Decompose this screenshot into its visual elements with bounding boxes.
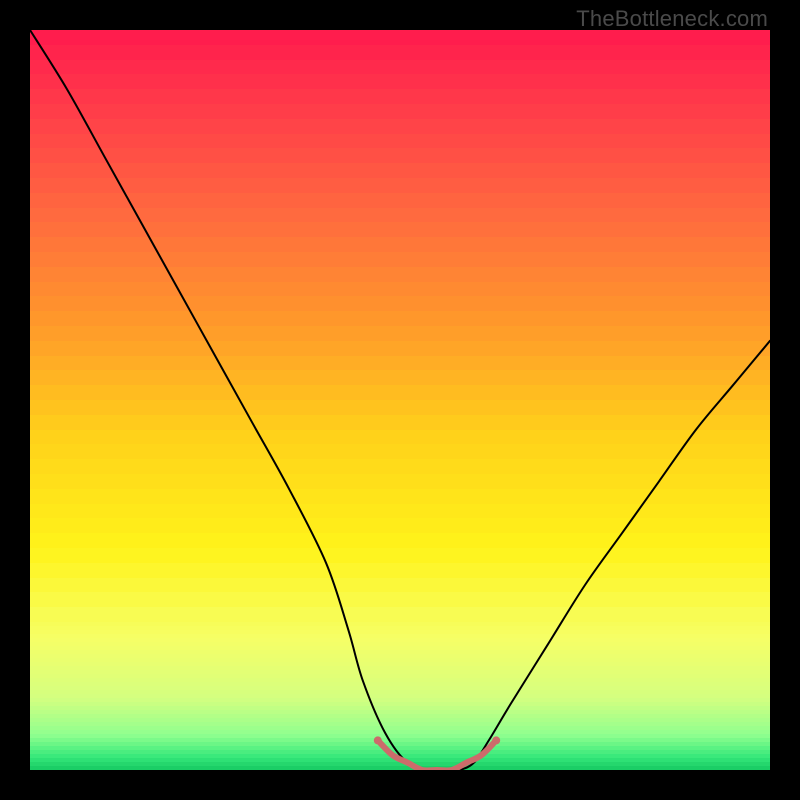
- chart-container: TheBottleneck.com: [0, 0, 800, 800]
- plot-area: [30, 30, 770, 770]
- heat-gradient-background: [30, 30, 770, 770]
- watermark-text: TheBottleneck.com: [576, 6, 768, 32]
